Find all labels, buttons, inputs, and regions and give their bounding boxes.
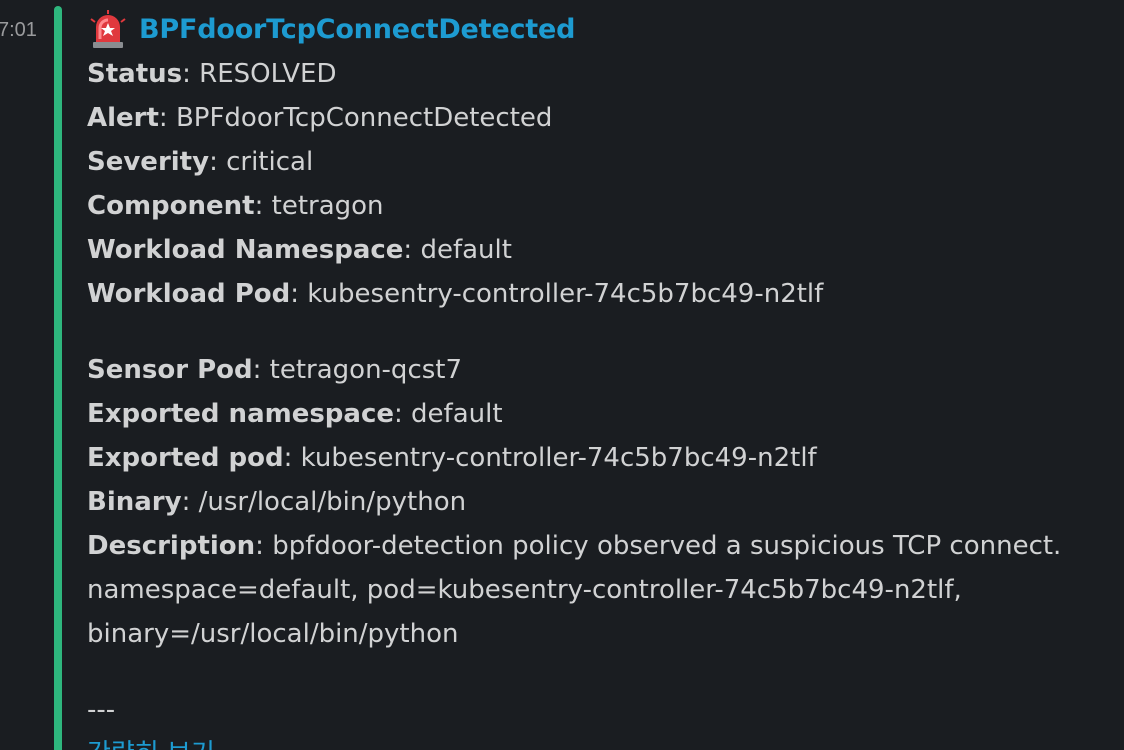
field-workload-namespace: Workload Namespace: default	[87, 235, 512, 265]
attachment-content: BPFdoorTcpConnectDetected Status: RESOLV…	[87, 6, 1124, 750]
field-exported-namespace: Exported namespace: default	[87, 399, 503, 429]
alert-title-link[interactable]: BPFdoorTcpConnectDetected	[139, 14, 575, 45]
field-alert: Alert: BPFdoorTcpConnectDetected	[87, 103, 553, 133]
alert-title-row: BPFdoorTcpConnectDetected	[87, 6, 1124, 52]
field-value: critical	[226, 147, 314, 177]
field-key: Sensor Pod	[87, 355, 253, 385]
description-line-3: binary=/usr/local/bin/python	[87, 619, 459, 649]
field-status: Status: RESOLVED	[87, 59, 337, 89]
field-key: Exported namespace	[87, 399, 395, 429]
message-timestamp[interactable]: 7:01	[0, 19, 37, 42]
separator-text: ---	[87, 695, 116, 725]
field-value: tetragon	[271, 191, 384, 221]
description-line-2: namespace=default, pod=kubesentry-contro…	[87, 575, 962, 605]
rotating-light-icon	[90, 10, 126, 48]
show-less-link[interactable]: 간략히 보기	[87, 732, 1124, 750]
field-key: Exported pod	[87, 443, 284, 473]
description-line-1: bpfdoor-detection policy observed a susp…	[272, 531, 1062, 561]
field-value: tetragon-qcst7	[269, 355, 463, 385]
alert-message: 7:01 BPFdoorTcpConnectDetected Status: R…	[0, 0, 1124, 750]
field-value: RESOLVED	[199, 59, 337, 89]
field-severity: Severity: critical	[87, 147, 314, 177]
field-workload-pod: Workload Pod: kubesentry-controller-74c5…	[87, 279, 824, 309]
field-sensor-pod: Sensor Pod: tetragon-qcst7	[87, 355, 463, 385]
field-key: Alert	[87, 103, 159, 133]
field-key: Component	[87, 191, 255, 221]
field-key: Workload Namespace	[87, 235, 404, 265]
field-component: Component: tetragon	[87, 191, 384, 221]
field-value: default	[411, 399, 503, 429]
field-value: BPFdoorTcpConnectDetected	[175, 103, 553, 133]
field-value: kubesentry-controller-74c5b7bc49-n2tlf	[300, 443, 817, 473]
field-description: Description: bpfdoor-detection policy ob…	[87, 531, 1062, 561]
field-exported-pod: Exported pod: kubesentry-controller-74c5…	[87, 443, 817, 473]
field-value: kubesentry-controller-74c5b7bc49-n2tlf	[307, 279, 824, 309]
field-binary: Binary: /usr/local/bin/python	[87, 487, 467, 517]
field-key: Description	[87, 531, 256, 561]
field-key: Status	[87, 59, 183, 89]
field-key: Severity	[87, 147, 210, 177]
field-value: /usr/local/bin/python	[198, 487, 467, 517]
attachment-color-bar	[54, 6, 62, 750]
field-value: default	[420, 235, 512, 265]
field-key: Workload Pod	[87, 279, 291, 309]
field-key: Binary	[87, 487, 182, 517]
